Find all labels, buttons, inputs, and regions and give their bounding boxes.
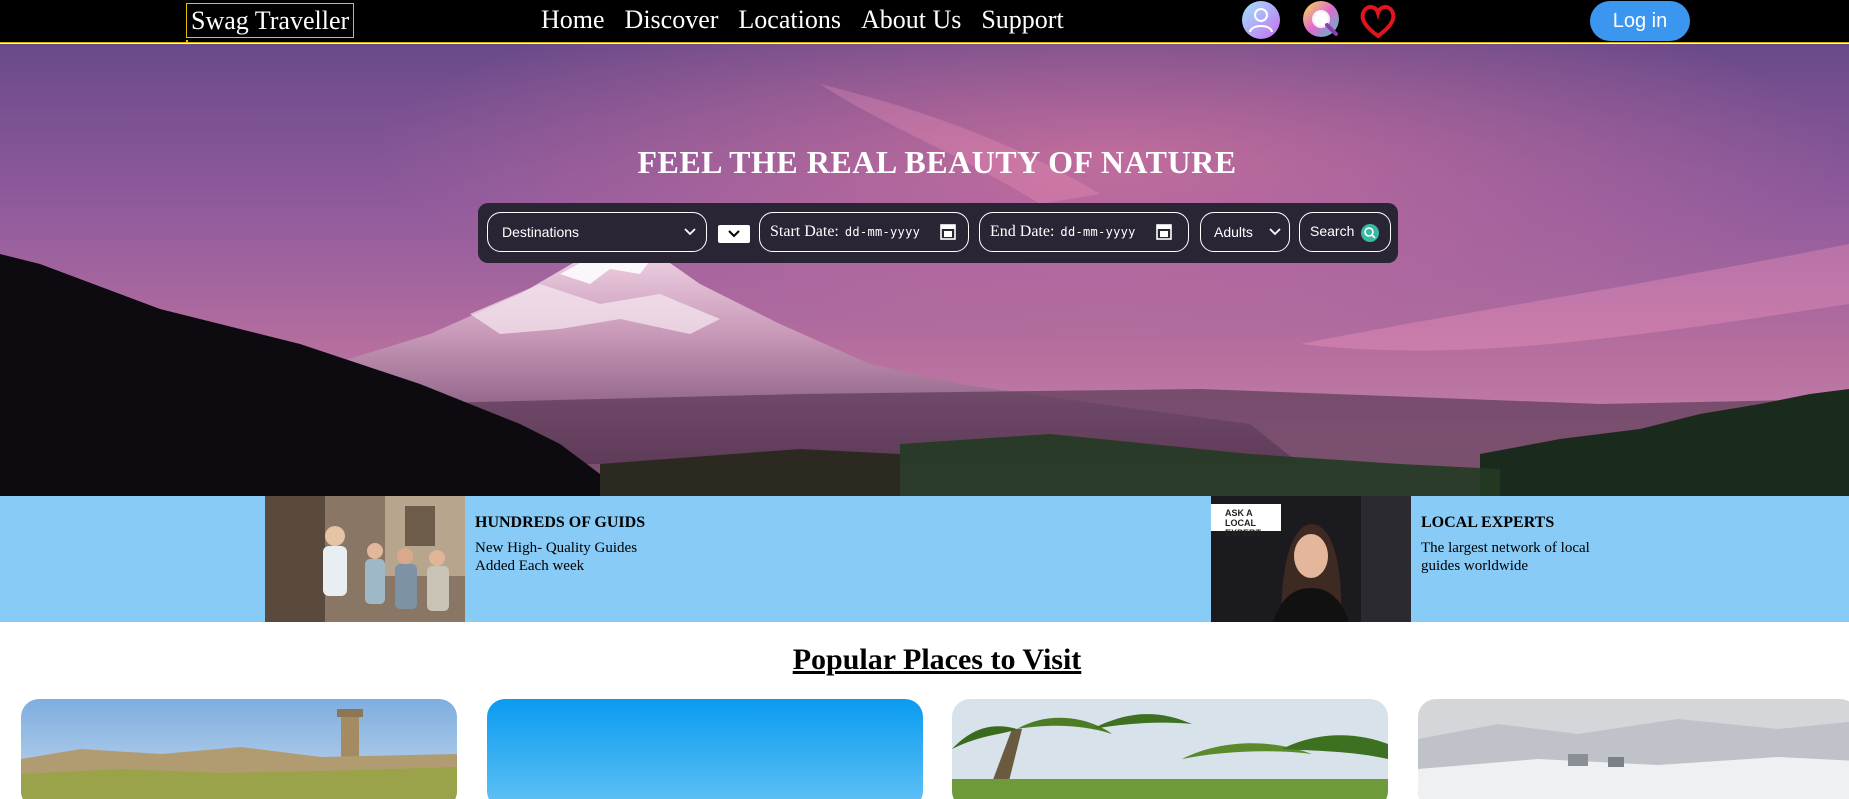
guides-photo — [265, 496, 465, 622]
place-card-snow[interactable] — [1418, 699, 1849, 799]
feature-experts-description: The largest network of local guides worl… — [1421, 540, 1590, 574]
place-card-fort[interactable] — [21, 699, 457, 799]
feature-guides-description: New High- Quality Guides Added Each week — [475, 540, 638, 574]
end-date-field[interactable]: End Date: dd-mm-yyyy — [979, 212, 1189, 252]
brand-underline-mark — [186, 40, 188, 42]
search-button-label: Search — [1310, 223, 1355, 239]
hero-banner: FEEL THE REAL BEAUTY OF NATURE Destinati… — [0, 44, 1849, 496]
place-card-beach[interactable] — [487, 699, 923, 799]
chevron-down-icon — [684, 228, 696, 236]
heart-icon[interactable] — [1358, 1, 1398, 41]
search-bar: Destinations Start Date: dd-mm-yyyy End D… — [478, 203, 1398, 263]
start-date-field[interactable]: Start Date: dd-mm-yyyy — [759, 212, 969, 252]
nav-link-support[interactable]: Support — [981, 4, 1063, 36]
chevron-down-icon — [728, 230, 740, 238]
feature-guides-title: HUNDREDS OF GUIDS — [475, 514, 646, 531]
place-card-palms[interactable] — [952, 699, 1388, 799]
local-expert-photo: ASK A LOCAL EXPERT — [1211, 496, 1411, 622]
fort-image — [21, 699, 457, 799]
destination-value: Destinations — [502, 224, 580, 240]
ask-local-expert-badge: ASK A LOCAL EXPERT — [1211, 504, 1281, 538]
feature-experts-title: LOCAL EXPERTS — [1421, 514, 1555, 531]
beach-sky-image — [487, 699, 923, 799]
user-icon[interactable] — [1241, 0, 1281, 40]
end-date-input[interactable]: dd-mm-yyyy — [1060, 225, 1135, 239]
hero-title: FEEL THE REAL BEAUTY OF NATURE — [637, 144, 1237, 180]
brand-logo[interactable]: Swag Traveller — [186, 3, 355, 38]
mountain-landscape-image — [0, 44, 1849, 496]
start-date-label: Start Date: — [770, 223, 839, 240]
calendar-icon[interactable] — [940, 223, 956, 240]
nav-link-discover[interactable]: Discover — [625, 4, 719, 36]
calendar-icon[interactable] — [1156, 223, 1172, 240]
snow-village-image — [1418, 699, 1849, 799]
nav-links: Home Discover Locations About Us Support — [541, 4, 1064, 36]
start-date-input[interactable]: dd-mm-yyyy — [845, 225, 920, 239]
end-date-label: End Date: — [990, 223, 1055, 240]
destination-select[interactable]: Destinations — [487, 212, 707, 252]
popular-places-heading: Popular Places to Visit — [792, 643, 1082, 676]
search-icon — [1361, 224, 1379, 242]
features-strip: HUNDREDS OF GUIDS New High- Quality Guid… — [0, 496, 1849, 622]
tourists-image — [265, 496, 465, 622]
adults-select[interactable]: Adults — [1200, 212, 1290, 252]
top-navbar: Swag Traveller Home Discover Locations A… — [0, 0, 1849, 43]
palm-trees-image — [952, 699, 1388, 799]
login-button[interactable]: Log in — [1590, 1, 1690, 41]
nav-link-locations[interactable]: Locations — [738, 4, 841, 36]
chevron-down-icon — [1269, 228, 1281, 236]
nav-link-home[interactable]: Home — [541, 4, 605, 36]
mini-dropdown[interactable] — [718, 225, 750, 243]
search-icon[interactable] — [1302, 0, 1342, 40]
search-button[interactable]: Search — [1299, 212, 1391, 252]
adults-value: Adults — [1214, 224, 1253, 240]
nav-link-about-us[interactable]: About Us — [861, 4, 961, 36]
